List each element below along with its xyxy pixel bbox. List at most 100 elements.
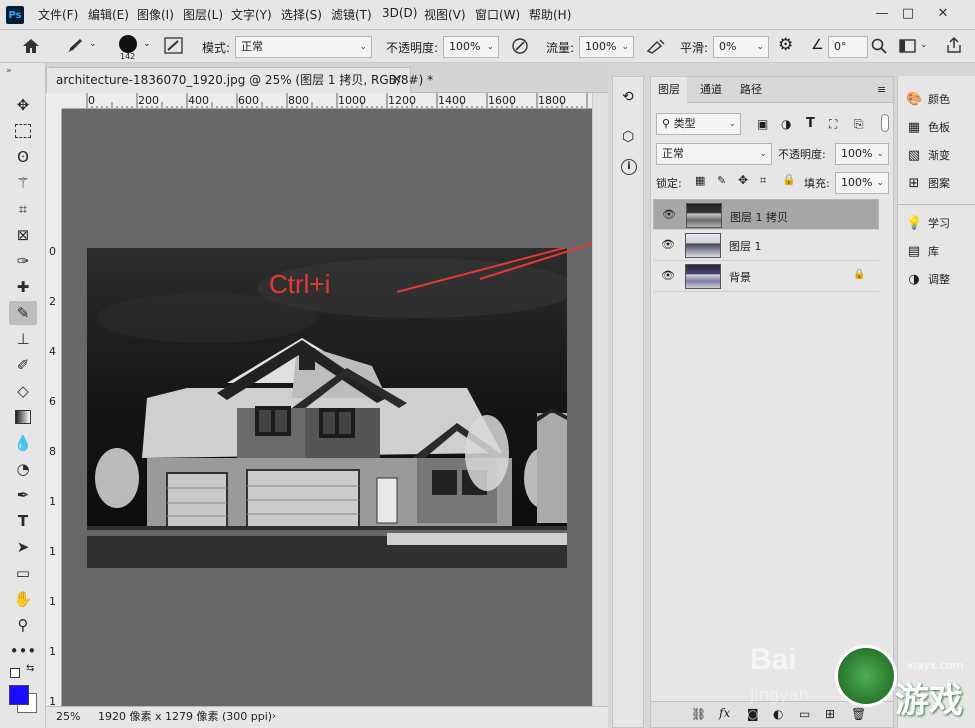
zoom-level[interactable]: 25% (56, 707, 80, 727)
lock-image-icon[interactable]: ✎ (717, 174, 726, 187)
opacity-input[interactable]: 100% ⌄ (443, 36, 499, 58)
menu-edit[interactable]: 编辑(E) (88, 6, 129, 23)
panel-patterns[interactable]: ⊞ 图案 (906, 172, 950, 196)
filter-shape-icon[interactable]: ⛶ (829, 117, 837, 132)
chevron-down-icon[interactable]: ⌄ (143, 39, 151, 49)
menu-3d[interactable]: 3D(D) (382, 6, 417, 20)
workspace-icon[interactable] (899, 38, 917, 54)
document-tab[interactable]: architecture-1836070_1920.jpg @ 25% (图层 … (46, 67, 433, 93)
close-window-button[interactable]: ✕ (932, 3, 954, 25)
healing-brush-tool-icon[interactable]: ✚ (9, 275, 37, 299)
history-icon[interactable]: ⟲ (622, 89, 634, 105)
pressure-opacity-icon[interactable] (510, 37, 530, 55)
foreground-color-swatch[interactable] (9, 685, 29, 705)
marquee-tool-icon[interactable] (9, 119, 37, 143)
eyedropper-tool-icon[interactable]: ✑ (9, 249, 37, 273)
fill-input[interactable]: 100% ⌄ (835, 172, 889, 194)
gradient-tool-icon[interactable] (9, 405, 37, 429)
menu-select[interactable]: 选择(S) (281, 6, 322, 23)
restore-button[interactable]: □ (897, 3, 919, 25)
dodge-tool-icon[interactable]: ◔ (9, 457, 37, 481)
default-colors-icon[interactable] (10, 668, 20, 678)
eye-icon[interactable]: 👁 (661, 238, 675, 252)
eye-icon[interactable]: 👁 (661, 269, 675, 283)
panel-menu-icon[interactable]: ≡ (877, 83, 886, 96)
hand-tool-icon[interactable]: ✋ (9, 587, 37, 611)
info-icon[interactable]: i (621, 159, 637, 175)
brush-tool-icon[interactable]: ✎ (9, 301, 37, 325)
filter-toggle[interactable] (881, 114, 889, 132)
panel-libraries[interactable]: ▤ 库 (906, 240, 939, 264)
layer-filter-select[interactable]: ⚲ 类型 ⌄ (656, 113, 741, 135)
close-tab-icon[interactable]: × (391, 68, 402, 92)
collapse-icon[interactable]: » (6, 66, 12, 76)
menu-view[interactable]: 视图(V) (424, 6, 466, 23)
brush-tool-preset-icon[interactable] (62, 37, 84, 55)
angle-input[interactable]: 0° (828, 36, 868, 58)
lock-transparent-icon[interactable]: ▦ (695, 174, 705, 187)
layer-opacity-input[interactable]: 100% ⌄ (835, 143, 889, 165)
crop-tool-icon[interactable]: ⌗ (9, 197, 37, 221)
chevron-down-icon[interactable]: ⌄ (89, 39, 97, 49)
mode-select[interactable]: 正常 ⌄ (235, 36, 372, 58)
rectangle-tool-icon[interactable]: ▭ (9, 561, 37, 585)
brush-size-preview[interactable] (119, 35, 137, 53)
menu-type[interactable]: 文字(Y) (231, 6, 272, 23)
airbrush-icon[interactable] (645, 37, 667, 55)
panel-gradients[interactable]: ▧ 渐变 (906, 144, 950, 168)
search-icon[interactable] (871, 38, 887, 54)
lock-all-icon[interactable]: 🔒 (782, 173, 796, 186)
zoom-tool-icon[interactable]: ⚲ (9, 613, 37, 637)
brush-settings-icon[interactable] (164, 37, 184, 55)
type-tool-icon[interactable]: T (9, 509, 37, 533)
minimize-button[interactable]: — (871, 3, 893, 25)
history-brush-tool-icon[interactable]: ✐ (9, 353, 37, 377)
status-menu-icon[interactable]: › (272, 707, 276, 727)
blend-mode-select[interactable]: 正常 ⌄ (656, 143, 772, 165)
filter-adjustment-icon[interactable]: ◑ (781, 117, 791, 131)
tab-layers[interactable]: 图层 (651, 77, 687, 103)
eraser-tool-icon[interactable]: ◇ (9, 379, 37, 403)
magic-wand-tool-icon[interactable]: ⚚ (9, 171, 37, 195)
path-selection-tool-icon[interactable]: ➤ (9, 535, 37, 559)
menu-file[interactable]: 文件(F) (38, 6, 78, 23)
filter-smart-object-icon[interactable]: ⎘ (854, 117, 864, 132)
more-tools-icon[interactable]: ••• (9, 639, 37, 663)
layer-row[interactable]: 👁 背景 🔒 (653, 261, 879, 292)
move-tool-icon[interactable]: ✥ (9, 93, 37, 117)
document-image[interactable]: Ctrl+i (87, 248, 567, 568)
lock-position-icon[interactable]: ✥ (738, 173, 748, 187)
eye-icon[interactable]: 👁 (662, 208, 676, 222)
lock-artboard-icon[interactable]: ⌗ (760, 174, 766, 188)
tab-paths[interactable]: 路径 (733, 77, 769, 103)
layer-row[interactable]: 👁 图层 1 (653, 230, 879, 261)
filter-image-icon[interactable]: ▣ (757, 117, 768, 131)
panel-swatches[interactable]: ▦ 色板 (906, 116, 950, 140)
link-layers-icon[interactable]: ⛓ (691, 707, 706, 721)
tab-channels[interactable]: 通道 (691, 77, 731, 103)
swap-colors-icon[interactable]: ⇆ (26, 663, 34, 674)
menu-window[interactable]: 窗口(W) (475, 6, 520, 23)
smooth-input[interactable]: 0% ⌄ (713, 36, 769, 58)
home-icon[interactable] (22, 38, 40, 54)
canvas-scrollbar[interactable] (592, 93, 608, 706)
frame-tool-icon[interactable]: ⊠ (9, 223, 37, 247)
lasso-tool-icon[interactable]: ʘ (9, 145, 37, 169)
clone-stamp-tool-icon[interactable]: ⊥ (9, 327, 37, 351)
menu-image[interactable]: 图像(I) (137, 6, 174, 23)
panel-color[interactable]: 🎨 颜色 (906, 88, 950, 112)
menu-help[interactable]: 帮助(H) (529, 6, 571, 23)
menu-layer[interactable]: 图层(L) (183, 6, 223, 23)
fx-icon[interactable]: fx (719, 706, 730, 720)
flow-input[interactable]: 100% ⌄ (579, 36, 634, 58)
chevron-down-icon[interactable]: ⌄ (920, 40, 928, 50)
panel-learn[interactable]: 💡 学习 (906, 212, 950, 236)
gear-icon[interactable]: ⚙ (778, 35, 793, 55)
filter-type-icon[interactable]: T (806, 116, 815, 131)
blur-tool-icon[interactable]: 💧 (9, 431, 37, 455)
3d-cube-icon[interactable]: ⬡ (622, 129, 634, 145)
menu-filter[interactable]: 滤镜(T) (331, 6, 372, 23)
pen-tool-icon[interactable]: ✒ (9, 483, 37, 507)
layer-row[interactable]: 👁 图层 1 拷贝 (653, 199, 879, 230)
panel-adjustments[interactable]: ◑ 调整 (906, 268, 950, 292)
